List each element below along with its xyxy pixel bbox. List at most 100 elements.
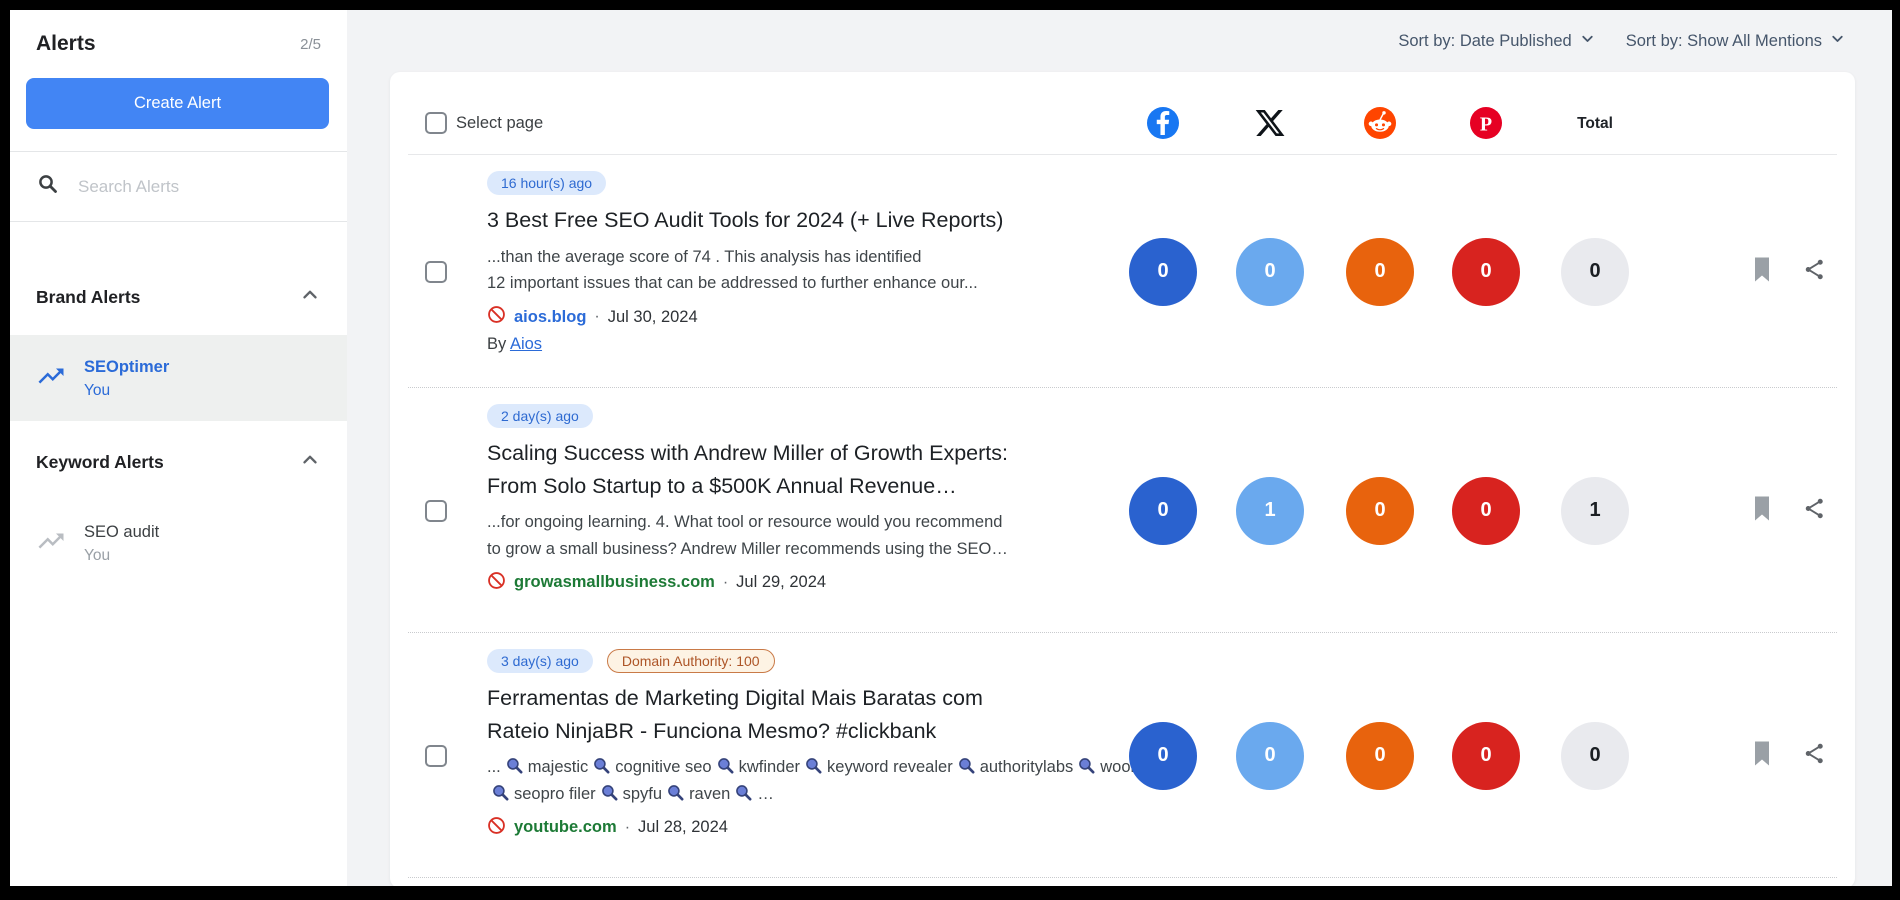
mention-row: 16 hour(s) ago 3 Best Free SEO Audit Too…	[390, 155, 1855, 388]
publish-date: Jul 30, 2024	[608, 308, 698, 327]
search-keyword-icon	[730, 785, 757, 803]
share-icon[interactable]	[1802, 496, 1827, 526]
sort-toolbar: Sort by: Date Published Sort by: Show Al…	[1398, 30, 1846, 52]
x-twitter-count: 0	[1236, 238, 1304, 306]
card-header: Select page P Total	[390, 72, 1855, 155]
keyword-text: authoritylabs	[980, 758, 1074, 776]
keyword-text: kwfinder	[739, 758, 800, 776]
facebook-count: 0	[1129, 238, 1197, 306]
byline: By Aios	[487, 335, 1190, 354]
search-keyword-icon	[501, 758, 528, 776]
time-ago-badge: 2 day(s) ago	[487, 404, 593, 428]
search-keyword-icon	[1073, 758, 1100, 776]
select-page-checkbox[interactable]	[425, 112, 447, 134]
search-keyword-icon	[596, 785, 623, 803]
brand-alerts-heading: Brand Alerts	[36, 287, 140, 308]
source-domain[interactable]: youtube.com	[514, 818, 617, 837]
total-count: 1	[1561, 477, 1629, 545]
reddit-icon	[1364, 107, 1396, 139]
sort-by-mentions-label: Sort by: Show All Mentions	[1626, 32, 1822, 51]
source-domain[interactable]: aios.blog	[514, 308, 586, 327]
chevron-up-icon[interactable]	[299, 449, 321, 476]
pinterest-icon: P	[1470, 107, 1502, 139]
time-ago-badge: 3 day(s) ago	[487, 649, 593, 673]
author-link[interactable]: Aios	[510, 335, 542, 353]
byline-prefix: By	[487, 335, 510, 353]
keyword-alerts-heading: Keyword Alerts	[36, 452, 164, 473]
sidebar-item-seo-audit[interactable]: SEO audit You	[10, 500, 347, 586]
create-alert-button[interactable]: Create Alert	[26, 78, 329, 129]
sort-by-mentions-dropdown[interactable]: Sort by: Show All Mentions	[1626, 30, 1846, 52]
alerts-sidebar: Alerts 2/5 Create Alert Brand Alerts SEO…	[10, 10, 347, 886]
source-domain[interactable]: growasmallbusiness.com	[514, 573, 715, 592]
total-column-header: Total	[1555, 115, 1635, 133]
chevron-down-icon	[1579, 30, 1596, 52]
search-keyword-icon	[953, 758, 980, 776]
share-icon[interactable]	[1802, 257, 1827, 287]
source-separator: ·	[723, 574, 728, 592]
pinterest-count: 0	[1452, 477, 1520, 545]
alerts-counter: 2/5	[300, 36, 321, 53]
mention-excerpt: ...for ongoing learning. 4. What tool or…	[487, 509, 1190, 562]
row-checkbox[interactable]	[425, 500, 447, 522]
mention-excerpt: ...than the average score of 74 . This a…	[487, 244, 1190, 297]
chevron-down-icon	[1829, 30, 1846, 52]
search-keyword-icon	[662, 785, 689, 803]
keyword-text: keyword revealer	[827, 758, 953, 776]
search-keyword-icon	[800, 758, 827, 776]
x-twitter-icon	[1254, 107, 1286, 139]
keyword-text: ...	[487, 758, 501, 776]
x-twitter-count: 1	[1236, 477, 1304, 545]
publish-date: Jul 28, 2024	[638, 818, 728, 837]
bookmark-icon[interactable]	[1750, 256, 1774, 287]
sort-by-date-dropdown[interactable]: Sort by: Date Published	[1398, 30, 1595, 52]
blocked-icon[interactable]	[487, 571, 506, 595]
search-icon	[36, 172, 60, 201]
keyword-text: spyfu	[623, 785, 662, 803]
chevron-up-icon[interactable]	[299, 284, 321, 311]
alert-name: SEO audit	[84, 520, 159, 545]
mention-title[interactable]: Scaling Success with Andrew Miller of Gr…	[487, 437, 1190, 502]
search-keyword-icon	[487, 785, 514, 803]
pinterest-count: 0	[1452, 238, 1520, 306]
search-keyword-icon	[588, 758, 615, 776]
pinterest-count: 0	[1452, 722, 1520, 790]
keyword-excerpt: ...majesticcognitive seokwfinderkeyword …	[487, 754, 1187, 807]
source-separator: ·	[625, 819, 630, 837]
keyword-text: majestic	[528, 758, 589, 776]
bookmark-icon[interactable]	[1750, 740, 1774, 771]
blocked-icon[interactable]	[487, 305, 506, 329]
share-icon[interactable]	[1802, 741, 1827, 771]
facebook-count: 0	[1129, 477, 1197, 545]
blocked-icon[interactable]	[487, 816, 506, 840]
trending-up-icon	[36, 526, 66, 561]
mention-title[interactable]: 3 Best Free SEO Audit Tools for 2024 (+ …	[487, 204, 1190, 237]
source-separator: ·	[594, 308, 599, 326]
total-count: 0	[1561, 722, 1629, 790]
domain-authority-badge: Domain Authority: 100	[607, 649, 775, 673]
mention-row: 3 day(s) ago Domain Authority: 100 Ferra…	[390, 633, 1855, 878]
x-twitter-count: 0	[1236, 722, 1304, 790]
mentions-card: Select page P Total 16 hour(s) ago 3	[390, 72, 1855, 886]
mention-row: 2 day(s) ago Scaling Success with Andrew…	[390, 388, 1855, 633]
facebook-count: 0	[1129, 722, 1197, 790]
alert-owner: You	[84, 545, 159, 567]
sort-by-date-label: Sort by: Date Published	[1398, 32, 1571, 51]
sidebar-item-seoptimer[interactable]: SEOptimer You	[10, 335, 347, 421]
svg-text:P: P	[1480, 113, 1492, 135]
alert-owner: You	[84, 380, 169, 402]
row-checkbox[interactable]	[425, 261, 447, 283]
alert-name: SEOptimer	[84, 355, 169, 380]
search-keyword-icon	[712, 758, 739, 776]
mentions-list: 16 hour(s) ago 3 Best Free SEO Audit Too…	[390, 155, 1855, 878]
select-page-label: Select page	[456, 114, 543, 133]
search-alerts-input[interactable]	[78, 177, 298, 197]
keyword-text: …	[757, 785, 774, 803]
keyword-text: seopro filer	[514, 785, 596, 803]
bookmark-icon[interactable]	[1750, 495, 1774, 526]
total-count: 0	[1561, 238, 1629, 306]
row-checkbox[interactable]	[425, 745, 447, 767]
publish-date: Jul 29, 2024	[736, 573, 826, 592]
mention-title[interactable]: Ferramentas de Marketing Digital Mais Ba…	[487, 682, 1190, 747]
reddit-count: 0	[1346, 477, 1414, 545]
